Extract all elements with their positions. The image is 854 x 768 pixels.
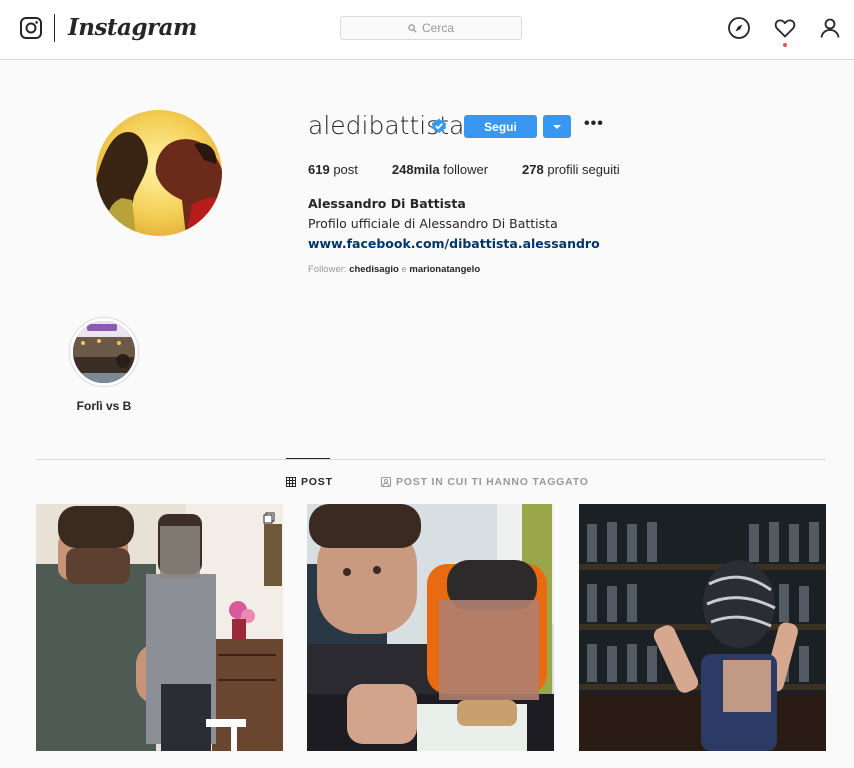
top-navigation-bar: Instagram Cerca xyxy=(0,0,854,60)
following-count: 278 xyxy=(522,162,544,177)
post-thumbnail[interactable] xyxy=(307,504,554,751)
avatar-image xyxy=(96,110,222,236)
heart-icon[interactable] xyxy=(773,16,797,40)
multiple-images-icon xyxy=(263,512,275,524)
followed-by-user-link[interactable]: marionatangelo xyxy=(409,264,480,275)
posts-count: 619 xyxy=(308,162,330,177)
following-stat[interactable]: 278 profili seguiti xyxy=(522,162,620,177)
user-icon[interactable] xyxy=(818,16,842,40)
highlight-cover[interactable] xyxy=(73,321,135,383)
more-options-button[interactable]: ••• xyxy=(584,116,603,136)
search-input[interactable]: Cerca xyxy=(340,16,522,40)
tab-posts[interactable]: POST xyxy=(286,476,333,488)
instagram-wordmark[interactable]: Instagram xyxy=(68,14,197,41)
highlight-image xyxy=(73,321,135,383)
following-label: profili seguiti xyxy=(547,162,620,177)
highlight-label[interactable]: Forlì vs B xyxy=(60,399,148,413)
profile-stats: 619 post 248mila follower 278 profili se… xyxy=(308,162,654,177)
grid-icon xyxy=(286,477,296,487)
followed-by-text: Follower: chedisagio e marionatangelo xyxy=(308,264,480,275)
active-tab-indicator xyxy=(286,458,330,459)
followed-by-prefix: Follower: xyxy=(308,264,347,275)
notification-dot xyxy=(783,43,787,47)
logo-divider xyxy=(54,14,55,42)
post-thumbnail[interactable] xyxy=(579,504,826,751)
follow-button[interactable]: Segui xyxy=(464,115,537,138)
tagged-icon xyxy=(381,477,391,487)
followers-stat[interactable]: 248mila follower xyxy=(392,162,488,177)
posts-stat: 619 post xyxy=(308,162,358,177)
tab-tagged[interactable]: POST IN CUI TI HANNO TAGGATO xyxy=(381,476,589,488)
post-thumbnail[interactable] xyxy=(36,504,283,751)
followers-count: 248mila xyxy=(391,162,440,177)
compass-icon[interactable] xyxy=(727,16,751,40)
post-image xyxy=(36,504,283,751)
post-image xyxy=(579,504,826,751)
post-image xyxy=(307,504,554,751)
followed-by-user-link[interactable]: chedisagio xyxy=(349,264,399,275)
profile-bio: Profilo ufficiale di Alessandro Di Batti… xyxy=(308,216,558,231)
followed-by-and: e xyxy=(401,264,407,275)
search-placeholder: Cerca xyxy=(421,21,454,35)
tabs-divider xyxy=(36,459,826,460)
tab-tagged-label: POST IN CUI TI HANNO TAGGATO xyxy=(396,476,589,488)
tab-posts-label: POST xyxy=(301,476,333,488)
profile-website-link[interactable]: www.facebook.com/dibattista.alessandro xyxy=(308,236,600,251)
instagram-camera-icon[interactable] xyxy=(20,17,42,39)
profile-full-name: Alessandro Di Battista xyxy=(308,196,466,211)
followers-label: follower xyxy=(443,162,489,177)
suggestions-dropdown-button[interactable] xyxy=(543,115,571,138)
profile-avatar[interactable] xyxy=(96,110,222,236)
search-icon xyxy=(408,23,417,33)
verified-badge-icon xyxy=(431,118,447,134)
posts-label: post xyxy=(333,162,358,177)
